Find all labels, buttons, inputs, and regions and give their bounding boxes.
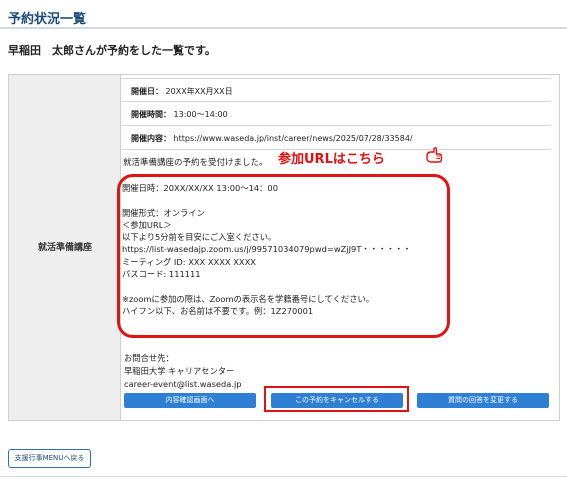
info-key: 開催内容：: [131, 134, 171, 143]
info-row-date: 開催日： 20XX年XX月XX日: [121, 78, 551, 102]
info-value: 13:00〜14:00: [173, 110, 228, 119]
info-row-time: 開催時間： 13:00〜14:00: [121, 102, 551, 126]
info-value: https://www.waseda.jp/inst/career/news/2…: [173, 134, 413, 143]
cancel-highlight-frame: [264, 386, 409, 412]
contact-info: お問合せ先： 早稲田大学 キャリアセンター career-event@list.…: [124, 353, 242, 389]
info-row-content: 開催内容： https://www.waseda.jp/inst/career/…: [121, 126, 551, 150]
back-to-menu-button[interactable]: 支援行事MENUへ戻る: [8, 449, 91, 468]
join-url-annotation: 参加URLはこちら: [278, 152, 385, 167]
change-answers-button[interactable]: 質問の回答を変更する: [417, 393, 549, 408]
accept-message: 就活準備講座の予約を受付けました。: [123, 158, 268, 168]
confirm-details-button[interactable]: 内容確認画面へ: [124, 393, 256, 408]
info-value: 20XX年XX月XX日: [165, 87, 233, 96]
pointing-hand-icon: [425, 147, 443, 163]
bottom-divider: [0, 476, 567, 477]
details-highlight-frame: [117, 174, 450, 338]
event-info-table: 開催日： 20XX年XX月XX日 開催時間： 13:00〜14:00 開催内容：…: [121, 78, 551, 151]
reservation-lead-text: 早稲田 太郎さんが予約をした一覧です。: [8, 44, 216, 57]
info-key: 開催日：: [131, 87, 163, 96]
page-title: 予約状況一覧: [8, 12, 87, 27]
info-key: 開催時間：: [131, 110, 171, 119]
title-divider: [0, 27, 567, 29]
category-label: 就活準備講座: [37, 243, 92, 253]
category-cell: 就活準備講座: [9, 75, 121, 420]
